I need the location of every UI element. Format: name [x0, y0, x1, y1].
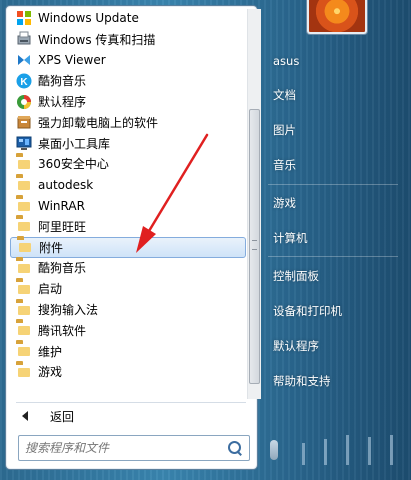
folder-icon [17, 239, 33, 255]
program-item-xps-viewer[interactable]: XPS Viewer [10, 50, 246, 71]
back-arrow-icon [22, 411, 28, 421]
right-item-computer[interactable]: 计算机 [265, 227, 400, 249]
programs-scrollbar[interactable] [247, 9, 261, 399]
gadgets-icon [16, 135, 32, 151]
folder-icon [16, 281, 32, 297]
program-label: autodesk [38, 177, 94, 192]
program-label: 搜狗输入法 [38, 303, 99, 318]
music-label: 音乐 [273, 158, 296, 172]
program-item-kugou-music[interactable]: K 酷狗音乐 [10, 70, 246, 91]
search-box[interactable] [18, 435, 250, 461]
folder-icon [16, 218, 32, 234]
divider [16, 402, 246, 403]
right-item-devices-printers[interactable]: 设备和打印机 [265, 300, 400, 322]
programs-panel: Windows Update Windows 传真和扫描 XPS Viewer … [5, 5, 261, 470]
folder-item-maintenance[interactable]: 维护 [10, 341, 246, 362]
windows-update-icon [16, 10, 32, 26]
folder-icon [16, 156, 32, 172]
back-button[interactable]: 返回 [16, 406, 244, 426]
back-label: 返回 [50, 409, 75, 424]
power-icon[interactable] [267, 440, 281, 462]
program-label: Windows Update [38, 11, 139, 26]
folder-icon [16, 343, 32, 359]
right-item-pictures[interactable]: 图片 [265, 119, 400, 141]
user-name: asus [273, 54, 300, 68]
program-label: 默认程序 [38, 95, 87, 110]
folder-item-tencent-software[interactable]: 腾讯软件 [10, 320, 246, 341]
all-programs-list: Windows Update Windows 传真和扫描 XPS Viewer … [10, 8, 246, 382]
right-divider [268, 184, 398, 185]
right-divider [268, 256, 398, 257]
games-label: 游戏 [273, 196, 296, 210]
decorative-bar [324, 439, 327, 465]
program-label: 腾讯软件 [38, 323, 87, 338]
default-programs-icon [16, 94, 32, 110]
computer-label: 计算机 [273, 231, 308, 245]
program-label: 强力卸载电脑上的软件 [38, 115, 159, 130]
program-item-windows-update[interactable]: Windows Update [10, 8, 246, 29]
user-avatar[interactable] [307, 0, 367, 34]
program-label: 启动 [38, 282, 63, 297]
folder-icon [16, 364, 32, 380]
svg-text:K: K [20, 77, 28, 88]
shutdown-area [262, 435, 407, 465]
right-item-control-panel[interactable]: 控制面板 [265, 265, 400, 287]
folder-item-kugou-music[interactable]: 酷狗音乐 [10, 258, 246, 279]
scrollbar-thumb[interactable] [249, 109, 260, 384]
uninstall-icon [16, 114, 32, 130]
decorative-bar [390, 435, 393, 465]
control-panel-label: 控制面板 [273, 269, 319, 283]
kugou-icon: K [16, 73, 32, 89]
program-label: 酷狗音乐 [38, 74, 87, 89]
folder-icon [16, 198, 32, 214]
right-item-games[interactable]: 游戏 [265, 192, 400, 214]
folder-item-startup[interactable]: 启动 [10, 278, 246, 299]
folder-item-winrar[interactable]: WinRAR [10, 195, 246, 216]
right-item-music[interactable]: 音乐 [265, 154, 400, 176]
program-label: 酷狗音乐 [38, 261, 87, 276]
search-input[interactable] [25, 441, 227, 455]
right-item-default-programs[interactable]: 默认程序 [265, 335, 400, 357]
program-item-default-programs[interactable]: 默认程序 [10, 91, 246, 112]
program-item-uninstall-tool[interactable]: 强力卸载电脑上的软件 [10, 112, 246, 133]
folder-item-autodesk[interactable]: autodesk [10, 174, 246, 195]
fax-scan-icon [16, 31, 32, 47]
program-label: 360安全中心 [38, 157, 109, 172]
program-label: XPS Viewer [38, 52, 106, 67]
program-item-desktop-gadgets[interactable]: 桌面小工具库 [10, 133, 246, 154]
folder-icon [16, 177, 32, 193]
decorative-bar [368, 437, 371, 465]
program-label: 维护 [38, 344, 63, 359]
xps-viewer-icon [16, 52, 32, 68]
folder-icon [16, 260, 32, 276]
folder-icon [16, 302, 32, 318]
help-support-label: 帮助和支持 [273, 374, 331, 388]
devices-printers-label: 设备和打印机 [273, 304, 342, 318]
folder-item-sogou-input[interactable]: 搜狗输入法 [10, 299, 246, 320]
right-item-user[interactable]: asus [265, 50, 400, 72]
right-item-documents[interactable]: 文档 [265, 84, 400, 106]
program-label: 阿里旺旺 [38, 219, 87, 234]
program-label: 游戏 [38, 365, 63, 380]
folder-item-aliwangwang[interactable]: 阿里旺旺 [10, 216, 246, 237]
folder-item-360[interactable]: 360安全中心 [10, 154, 246, 175]
program-item-fax-scan[interactable]: Windows 传真和扫描 [10, 29, 246, 50]
decorative-bar [346, 435, 349, 465]
search-icon[interactable] [227, 440, 243, 456]
documents-label: 文档 [273, 88, 296, 102]
folder-item-games[interactable]: 游戏 [10, 362, 246, 383]
folder-item-accessories[interactable]: 附件 [10, 236, 246, 258]
program-label: WinRAR [38, 198, 85, 213]
default-programs-label: 默认程序 [273, 339, 319, 353]
program-label: 桌面小工具库 [38, 136, 111, 151]
decorative-bar [302, 443, 305, 465]
program-label: Windows 传真和扫描 [38, 32, 156, 47]
pictures-label: 图片 [273, 123, 296, 137]
program-label: 附件 [39, 240, 64, 255]
right-item-help-support[interactable]: 帮助和支持 [265, 370, 400, 392]
folder-icon [16, 322, 32, 338]
